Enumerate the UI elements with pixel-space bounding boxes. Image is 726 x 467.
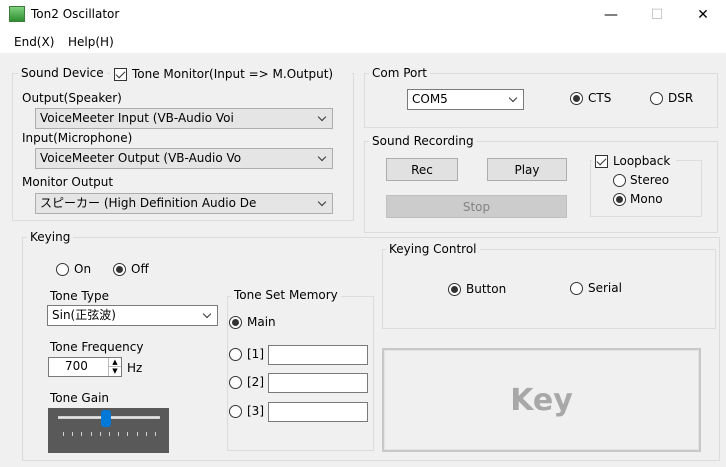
monitor-label: Monitor Output — [22, 175, 114, 189]
input-select[interactable]: VoiceMeeter Output (VB-Audio Vo — [35, 148, 333, 169]
menu-end[interactable]: End(X) — [14, 35, 54, 49]
memory-slot3-field[interactable] — [268, 402, 368, 422]
stop-button[interactable]: Stop — [386, 195, 567, 218]
chevron-down-icon — [199, 306, 217, 325]
play-button[interactable]: Play — [487, 158, 567, 181]
slider-thumb[interactable] — [100, 410, 111, 427]
slider-tick — [127, 432, 129, 436]
tone-type-select[interactable]: Sin(正弦波) — [47, 305, 218, 326]
tone-gain-slider[interactable] — [48, 408, 169, 453]
input-label: Input(Microphone) — [22, 131, 133, 145]
output-label: Output(Speaker) — [22, 91, 122, 105]
keying-on-radio[interactable] — [56, 263, 69, 276]
hz-label: Hz — [127, 361, 143, 375]
tone-type-value: Sin(正弦波) — [52, 308, 116, 322]
tone-frequency-stepper[interactable]: 700 ▲ ▼ — [48, 357, 122, 377]
dsr-label: DSR — [668, 91, 694, 105]
slider-tick — [81, 432, 83, 436]
tone-frequency-label: Tone Frequency — [50, 340, 144, 354]
monitor-value: スピーカー (High Definition Audio De — [40, 196, 257, 210]
slider-tick — [118, 432, 120, 436]
com-port-select[interactable]: COM5 — [407, 89, 524, 110]
memory-slot3-radio[interactable] — [229, 405, 242, 418]
slider-tick — [136, 432, 138, 436]
slider-tick — [145, 432, 147, 436]
cts-label: CTS — [588, 91, 612, 105]
keying-button-radio[interactable] — [448, 283, 461, 296]
rec-button[interactable]: Rec — [386, 158, 458, 181]
memory-main-label: Main — [247, 315, 276, 329]
memory-main-radio[interactable] — [229, 316, 242, 329]
loopback-label: Loopback — [613, 154, 671, 168]
memory-slot2-radio[interactable] — [229, 376, 242, 389]
com-port-label: Com Port — [369, 66, 431, 80]
dsr-radio[interactable] — [650, 92, 663, 105]
memory-slot1-field[interactable] — [268, 345, 368, 365]
slider-tick — [63, 432, 64, 436]
sound-device-label: Sound Device — [18, 66, 107, 80]
keying-on-label: On — [74, 262, 92, 276]
key-button[interactable]: Key — [382, 348, 701, 452]
stereo-label: Stereo — [630, 173, 670, 187]
slider-ticks — [63, 432, 156, 436]
chevron-down-icon — [505, 90, 523, 109]
maximize-button[interactable]: ☐ — [634, 0, 680, 30]
slider-tick — [90, 432, 92, 436]
chevron-down-icon — [314, 109, 332, 128]
cts-radio[interactable] — [570, 92, 583, 105]
chevron-down-icon — [314, 194, 332, 213]
sound-recording-label: Sound Recording — [369, 134, 477, 148]
tone-type-label: Tone Type — [50, 289, 109, 303]
loopback-checkbox[interactable] — [595, 155, 608, 168]
keying-control-group — [382, 249, 716, 329]
slider-tick — [72, 432, 74, 436]
slider-tick — [109, 432, 110, 436]
tone-frequency-value: 700 — [65, 359, 88, 373]
window-title: Ton2 Oscillator — [31, 7, 120, 21]
spin-down-icon[interactable]: ▼ — [108, 367, 121, 376]
keying-serial-radio[interactable] — [570, 282, 583, 295]
keying-control-label: Keying Control — [386, 242, 480, 256]
slider-tick — [99, 432, 101, 436]
memory-slot1-label: [1] — [247, 347, 264, 361]
tone-monitor-label: Tone Monitor(Input => M.Output) — [132, 67, 334, 81]
chevron-down-icon — [314, 149, 332, 168]
memory-slot2-field[interactable] — [268, 373, 368, 393]
tone-gain-label: Tone Gain — [50, 391, 110, 405]
memory-slot3-label: [3] — [247, 404, 264, 418]
minimize-button[interactable]: — — [588, 0, 634, 30]
mono-radio[interactable] — [613, 193, 626, 206]
slider-tick — [155, 432, 156, 436]
close-button[interactable]: ✕ — [680, 0, 726, 30]
menu-help[interactable]: Help(H) — [68, 35, 114, 49]
keying-label: Keying — [27, 230, 74, 244]
output-select[interactable]: VoiceMeeter Input (VB-Audio Voi — [35, 108, 333, 129]
mono-label: Mono — [630, 192, 663, 206]
memory-slot1-radio[interactable] — [229, 348, 242, 361]
keying-serial-label: Serial — [588, 281, 622, 295]
input-value: VoiceMeeter Output (VB-Audio Vo — [40, 151, 242, 165]
app-icon — [9, 6, 25, 22]
com-port-value: COM5 — [412, 92, 448, 106]
tone-monitor-checkbox[interactable] — [114, 68, 127, 81]
stereo-radio[interactable] — [613, 174, 626, 187]
memory-slot2-label: [2] — [247, 375, 264, 389]
monitor-select[interactable]: スピーカー (High Definition Audio De — [35, 193, 333, 214]
spin-up-icon[interactable]: ▲ — [108, 358, 121, 367]
keying-button-label: Button — [466, 282, 507, 296]
keying-off-radio[interactable] — [113, 263, 126, 276]
output-value: VoiceMeeter Input (VB-Audio Voi — [40, 111, 234, 125]
tone-set-memory-label: Tone Set Memory — [231, 288, 341, 302]
keying-off-label: Off — [131, 262, 149, 276]
